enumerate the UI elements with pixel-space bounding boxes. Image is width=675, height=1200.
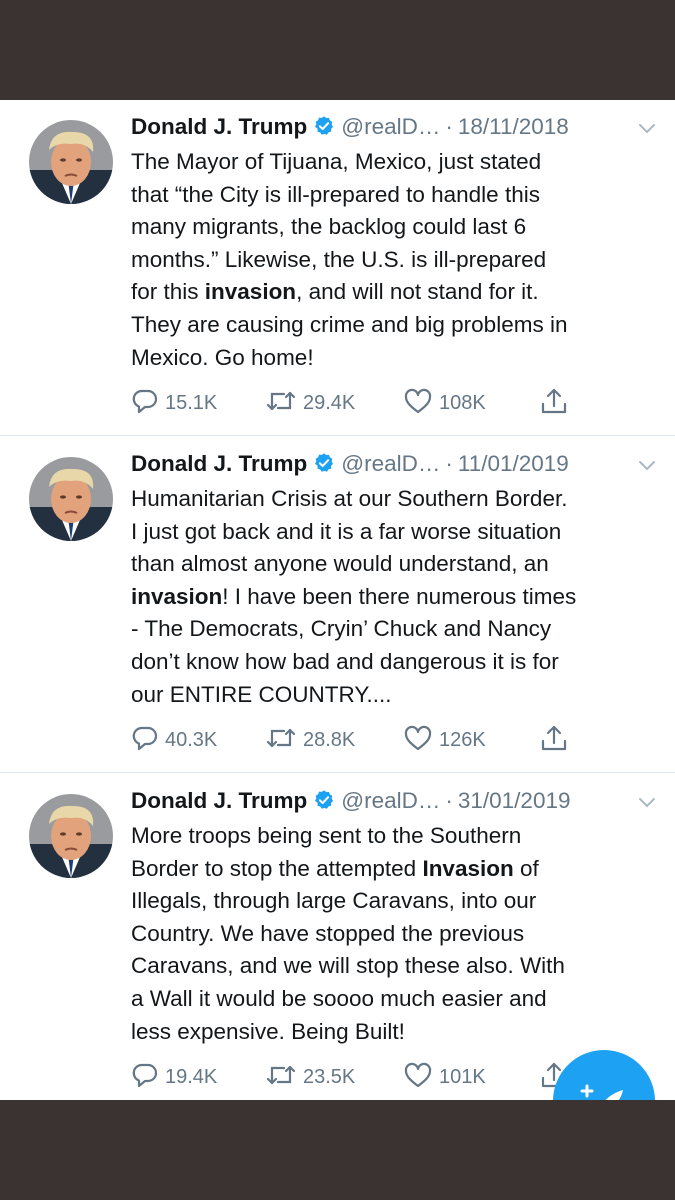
tweet-header: Donald J. Trump @realD… · 11/01/2019 — [131, 451, 656, 485]
tweet-actions: 15.1K 29.4K 108K — [131, 386, 601, 420]
tweet-text-line: that “the City is ill-prepared to handle… — [131, 181, 540, 207]
tweet-header: Donald J. Trump @realD… · 18/11/2018 — [131, 114, 656, 148]
retweet-count: 29.4K — [303, 391, 356, 414]
chevron-down-icon[interactable] — [638, 459, 656, 477]
author-name[interactable]: Donald J. Trump — [131, 788, 307, 813]
retweet-button[interactable]: 29.4K — [265, 386, 355, 420]
tweet-text-line: our ENTIRE COUNTRY.... — [131, 681, 392, 707]
tweet-card[interactable]: Donald J. Trump @realD… · 31/01/2019 More … — [0, 774, 675, 1100]
like-count: 126K — [439, 728, 486, 751]
tweet-date[interactable]: 31/01/2019 — [458, 788, 571, 813]
top-letterbox-bar — [0, 0, 675, 100]
like-icon — [403, 724, 433, 757]
bold-keyword: invasion — [131, 583, 223, 609]
tweet-header: Donald J. Trump @realD… · 31/01/2019 — [131, 788, 656, 822]
like-count: 108K — [439, 391, 486, 414]
share-icon — [539, 386, 569, 421]
tweet-feed[interactable]: Donald J. Trump @realD… · 18/11/2018 The M… — [0, 100, 675, 1100]
bottom-letterbox-bar — [0, 1100, 675, 1200]
retweet-icon — [265, 724, 297, 757]
author-name[interactable]: Donald J. Trump — [131, 114, 307, 139]
reply-button[interactable]: 40.3K — [131, 723, 217, 757]
bold-keyword: invasion — [204, 279, 297, 305]
tweet-text-line: than almost anyone would understand, an — [131, 551, 549, 577]
reply-button[interactable]: 19.4K — [131, 1060, 217, 1094]
share-button[interactable] — [539, 723, 569, 757]
avatar[interactable] — [29, 794, 113, 878]
verified-badge-icon — [313, 789, 335, 816]
like-count: 101K — [439, 1065, 486, 1088]
tweet-text-line: Caravans, and we will stop these also. W… — [131, 953, 565, 979]
share-button[interactable] — [539, 386, 569, 420]
tweet-date[interactable]: 18/11/2018 — [458, 114, 569, 139]
retweet-icon — [265, 387, 297, 420]
tweet-text-line: for this invasion, and will not stand fo… — [131, 279, 539, 305]
tweet-text-line: invasion! I have been there numerous tim… — [131, 583, 577, 609]
reply-count: 15.1K — [165, 391, 218, 414]
tweet-text-line: Illegals, through large Caravans, into o… — [131, 888, 537, 914]
tweet-text: More troops being sent to the Southern Bo… — [131, 820, 661, 1048]
tweet-text-line: The Mayor of Tijuana, Mexico, just state… — [131, 149, 542, 174]
tweet-text-line: a Wall it would be soooo much easier and — [131, 985, 547, 1011]
separator-dot: · — [445, 451, 453, 476]
author-handle[interactable]: @realD… — [341, 114, 440, 139]
like-button[interactable]: 108K — [403, 386, 486, 420]
reply-icon — [131, 724, 159, 757]
retweet-button[interactable]: 23.5K — [265, 1060, 355, 1094]
chevron-down-icon[interactable] — [638, 796, 656, 814]
tweet-text-line: I just got back and it is a far worse si… — [131, 518, 562, 544]
author-handle[interactable]: @realD… — [341, 788, 440, 813]
reply-count: 19.4K — [165, 1065, 218, 1088]
tweet-text-line: - The Democrats, Cryin’ Chuck and Nancy — [131, 616, 552, 642]
tweet-actions: 40.3K 28.8K 126K — [131, 723, 601, 757]
tweet-text-line: don’t know how bad and dangerous it is f… — [131, 648, 559, 674]
like-button[interactable]: 126K — [403, 723, 486, 757]
tweet-text-line: Mexico. Go home! — [131, 344, 314, 370]
retweet-icon — [265, 1061, 297, 1094]
reply-count: 40.3K — [165, 728, 218, 751]
tweet-text-line: Border to stop the attempted Invasion of — [131, 855, 539, 881]
avatar[interactable] — [29, 457, 113, 541]
separator-dot: · — [445, 788, 453, 813]
tweet-text-line: Country. We have stopped the previous — [131, 920, 525, 946]
tweet-actions: 19.4K 23.5K 101K — [131, 1060, 601, 1094]
chevron-down-icon[interactable] — [638, 122, 656, 140]
reply-button[interactable]: 15.1K — [131, 386, 217, 420]
separator-dot: · — [445, 114, 453, 139]
tweet-divider — [0, 772, 675, 773]
like-icon — [403, 1061, 433, 1094]
tweet-text-line: Humanitarian Crisis at our Southern Bord… — [131, 486, 568, 511]
like-icon — [403, 387, 433, 420]
reply-icon — [131, 1061, 159, 1094]
tweet-text-line: many migrants, the backlog could last 6 — [131, 214, 527, 240]
tweet-card[interactable]: Donald J. Trump @realD… · 18/11/2018 The M… — [0, 100, 675, 436]
retweet-count: 28.8K — [303, 728, 356, 751]
tweet-text-line: More troops being sent to the Southern — [131, 823, 522, 848]
share-icon — [539, 723, 569, 758]
retweet-count: 23.5K — [303, 1065, 356, 1088]
like-button[interactable]: 101K — [403, 1060, 486, 1094]
reply-icon — [131, 387, 159, 420]
tweet-card[interactable]: Donald J. Trump @realD… · 11/01/2019 Human… — [0, 437, 675, 773]
verified-badge-icon — [313, 452, 335, 479]
tweet-text: The Mayor of Tijuana, Mexico, just state… — [131, 146, 661, 374]
tweet-text-line: less expensive. Being Built! — [131, 1018, 405, 1044]
bold-keyword: Invasion — [422, 855, 514, 881]
avatar[interactable] — [29, 120, 113, 204]
tweet-date[interactable]: 11/01/2019 — [458, 451, 569, 476]
verified-badge-icon — [313, 115, 335, 142]
tweet-text: Humanitarian Crisis at our Southern Bord… — [131, 483, 661, 711]
author-name[interactable]: Donald J. Trump — [131, 451, 307, 476]
retweet-button[interactable]: 28.8K — [265, 723, 355, 757]
tweet-text-line: months.” Likewise, the U.S. is ill-prepa… — [131, 246, 547, 272]
tweet-text-line: They are causing crime and big problems … — [131, 311, 568, 337]
author-handle[interactable]: @realD… — [341, 451, 440, 476]
tweet-divider — [0, 435, 675, 436]
